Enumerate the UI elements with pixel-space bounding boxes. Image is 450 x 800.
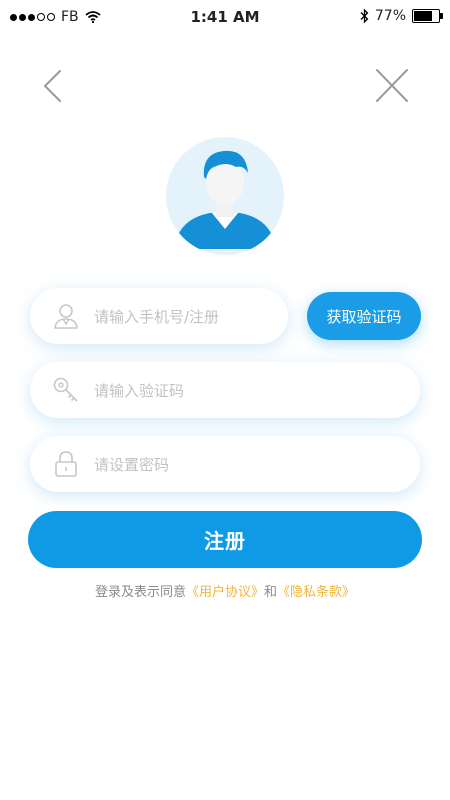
- close-button[interactable]: [372, 68, 412, 104]
- back-button[interactable]: [38, 68, 70, 104]
- user-agreement-link[interactable]: 《用户协议》: [186, 585, 264, 600]
- user-avatar-icon: [174, 150, 276, 249]
- key-icon: [53, 377, 78, 402]
- agreement-prefix: 登录及表示同意: [94, 585, 186, 600]
- battery-percent: 77%: [374, 8, 406, 24]
- register-button[interactable]: 注册: [28, 511, 422, 568]
- phone-field[interactable]: 请输入手机号/注册: [30, 288, 288, 344]
- agreement-text: 登录及表示同意《用户协议》和《隐私条款》: [0, 581, 450, 600]
- password-field[interactable]: 请设置密码: [30, 436, 420, 492]
- avatar: [166, 137, 284, 255]
- privacy-terms-link[interactable]: 《隐私条款》: [277, 585, 355, 600]
- status-bar: FB 1:41 AM 77%: [0, 0, 450, 34]
- get-code-button[interactable]: 获取验证码: [307, 292, 421, 340]
- battery-icon: [412, 9, 443, 23]
- verification-code-placeholder: 请输入验证码: [94, 381, 185, 400]
- phone-placeholder: 请输入手机号/注册: [94, 307, 220, 326]
- status-bar-right: 77%: [360, 8, 443, 24]
- verification-code-field[interactable]: 请输入验证码: [30, 362, 420, 418]
- user-icon: [54, 304, 78, 329]
- lock-icon: [55, 451, 77, 477]
- bluetooth-icon: [360, 9, 369, 23]
- agreement-conjunction: 和: [264, 585, 278, 600]
- close-icon: [376, 69, 408, 102]
- password-placeholder: 请设置密码: [94, 455, 170, 474]
- chevron-left-icon: [43, 70, 61, 102]
